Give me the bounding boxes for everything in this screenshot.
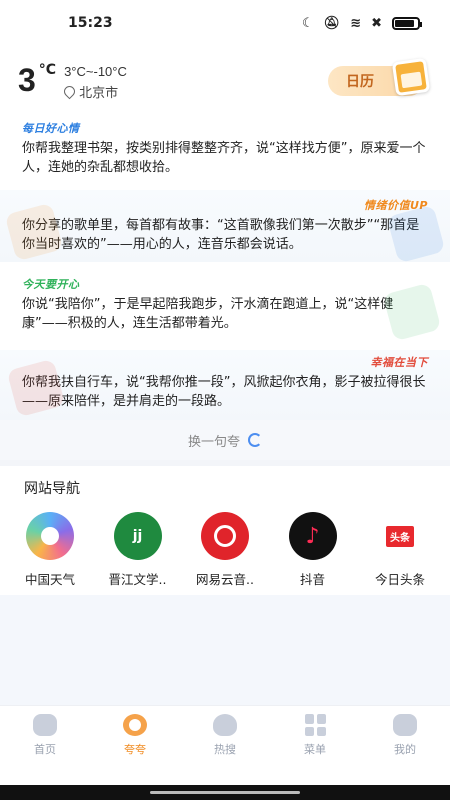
quote-text: 你分享的歌单里，每首都有故事：“这首歌像我们第一次散步”“那首是你当时喜欢的”—…: [22, 218, 420, 252]
calendar-button[interactable]: 日历: [328, 57, 431, 97]
tab-label: 菜单: [304, 743, 326, 756]
temp-range: 3°C~-10°C: [64, 64, 127, 79]
nav-item-label: 晋江文学..: [108, 572, 167, 587]
nav-item-label: 网易云音..: [196, 572, 254, 587]
quote-tag: 今天要开心: [22, 278, 80, 291]
status-icons: ☾ 🔕︎ ≋ ✖: [302, 15, 422, 31]
empty-content-area: [0, 595, 450, 705]
quote-tag: 情绪价值UP: [364, 199, 428, 212]
profile-icon: [393, 714, 417, 736]
decor-shape: [386, 204, 446, 264]
bottom-tab-bar: 首页 夸夸 热搜 菜单 我的: [0, 705, 450, 785]
tab-menu[interactable]: 菜单: [280, 714, 350, 785]
nav-item-label: 抖音: [299, 572, 325, 587]
quote-card-1[interactable]: 每日好心情 你帮我整理书架，按类别排得整整齐齐，说“这样找方便”，原来爱一个人，…: [0, 116, 450, 188]
china-weather-icon: [26, 512, 74, 560]
site-nav-title: 网站导航: [24, 481, 80, 497]
nav-item-netease-music[interactable]: 网易云音..: [185, 512, 265, 588]
netease-music-icon: [201, 512, 249, 560]
menu-grid-icon: [304, 714, 326, 736]
tab-label: 热搜: [214, 743, 236, 756]
tab-profile[interactable]: 我的: [370, 714, 440, 785]
quote-tag: 幸福在当下: [370, 356, 428, 369]
home-icon: [33, 714, 57, 736]
quote-card-4[interactable]: 幸福在当下 你帮我扶自行车，说“我帮你推一段”，风掀起你衣角，影子被拉得很长——…: [0, 350, 450, 420]
refresh-icon: [248, 433, 262, 447]
sim-off-icon: ✖: [371, 15, 382, 31]
quote-card-3[interactable]: 今天要开心 你说“我陪你”，于是早起陪我跑步，汗水滴在跑道上，说“这样健康”——…: [0, 272, 450, 344]
tab-home[interactable]: 首页: [10, 714, 80, 785]
quote-text: 你帮我扶自行车，说“我帮你推一段”，风掀起你衣角，影子被拉得很长——原来陪伴，是…: [22, 375, 426, 409]
quote-tag: 每日好心情: [22, 122, 80, 135]
tab-label: 我的: [394, 743, 416, 756]
mute-icon: 🔕︎: [323, 15, 341, 31]
section-divider: [0, 460, 450, 466]
status-time: 15:23: [68, 15, 113, 31]
tab-hot-search[interactable]: 热搜: [190, 714, 260, 785]
location-pin-icon: [61, 83, 78, 100]
status-bar: 15:23 ☾ 🔕︎ ≋ ✖: [0, 0, 450, 46]
moon-icon: ☾: [302, 15, 314, 31]
tab-label: 夸夸: [124, 743, 146, 756]
tab-label: 首页: [34, 743, 56, 756]
medal-icon: [123, 714, 147, 736]
tab-kuakua[interactable]: 夸夸: [100, 714, 170, 785]
city-name: 北京市: [79, 86, 119, 101]
calendar-icon: [391, 57, 431, 97]
nav-item-douyin[interactable]: ♪ 抖音: [273, 512, 353, 588]
quote-card-2[interactable]: 情绪价值UP 你分享的歌单里，每首都有故事：“这首歌像我们第一次散步”“那首是你…: [0, 190, 450, 264]
battery-icon: [392, 16, 422, 30]
nav-item-china-weather[interactable]: 中国天气: [10, 512, 90, 588]
nav-item-label: 中国天气: [24, 572, 75, 587]
nav-item-label: 今日头条: [374, 572, 425, 587]
home-indicator[interactable]: [0, 785, 450, 800]
current-temp: 3: [18, 62, 36, 98]
toutiao-icon: 头条: [380, 516, 420, 556]
calendar-label: 日历: [346, 74, 374, 90]
refresh-label: 换一句夸: [187, 434, 240, 450]
quote-text: 你说“我陪你”，于是早起陪我跑步，汗水滴在跑道上，说“这样健康”——积极的人，连…: [22, 297, 394, 331]
wifi-icon: ≋: [350, 15, 362, 31]
fire-icon: [213, 714, 237, 736]
nav-item-toutiao[interactable]: 头条 今日头条: [360, 512, 440, 588]
douyin-icon: ♪: [288, 512, 337, 560]
temp-unit: °C: [38, 62, 57, 78]
nav-item-jjwxc[interactable]: jj 晋江文学..: [98, 512, 178, 588]
quote-text: 你帮我整理书架，按类别排得整整齐齐，说“这样找方便”，原来爱一个人，连她的杂乱都…: [22, 141, 426, 175]
refresh-quote-button[interactable]: 换一句夸: [0, 420, 450, 460]
weather-widget[interactable]: 3 °C 3°C~-10°C 北京市: [18, 58, 127, 108]
jjwxc-icon: jj: [113, 512, 162, 560]
site-nav-grid: 中国天气 jj 晋江文学.. 网易云音.. ♪ 抖音 头条 今日头条: [0, 512, 450, 588]
city-location: 北京市: [61, 82, 127, 101]
